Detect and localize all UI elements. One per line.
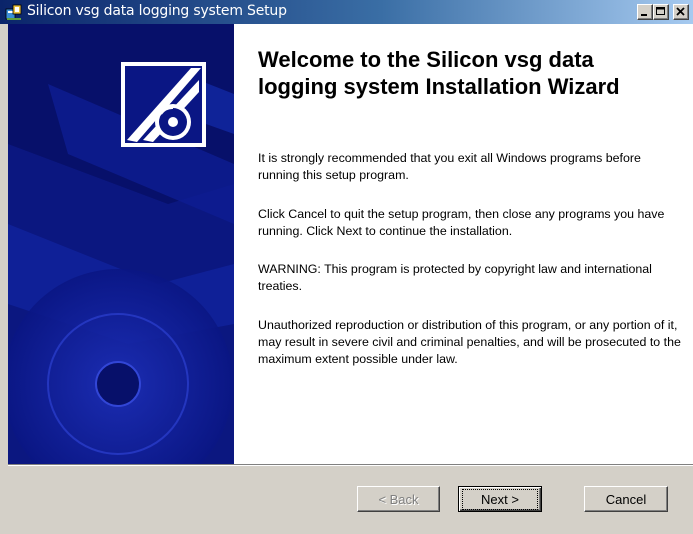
paragraph-cancel-next: Click Cancel to quit the setup program, …	[258, 207, 665, 238]
welcome-content: Welcome to the Silicon vsg data logging …	[234, 24, 693, 464]
paragraph-warning: WARNING: This program is protected by co…	[258, 262, 652, 293]
setup-icon	[5, 4, 22, 20]
paragraph-exit-programs: It is strongly recommended that you exit…	[258, 151, 641, 182]
logo-cd-icon	[121, 62, 206, 147]
cancel-button[interactable]: Cancel	[584, 486, 668, 512]
minimize-icon	[641, 14, 647, 16]
button-divider	[8, 464, 693, 466]
maximize-button[interactable]	[653, 4, 669, 20]
welcome-heading: Welcome to the Silicon vsg data logging …	[258, 47, 620, 99]
cancel-button-label: Cancel	[605, 491, 647, 507]
minimize-button[interactable]	[637, 4, 653, 20]
paragraph-unauthorized: Unauthorized reproduction or distributio…	[258, 318, 681, 366]
next-button-label: Next >	[462, 488, 538, 510]
close-button[interactable]	[673, 4, 689, 20]
window-title: Silicon vsg data logging system Setup	[27, 3, 287, 19]
window-frame-left	[0, 24, 8, 534]
maximize-icon	[656, 7, 665, 15]
next-button[interactable]: Next >	[458, 486, 542, 512]
back-button[interactable]: < Back	[357, 486, 440, 512]
setup-window: Silicon vsg data logging system Setup We…	[0, 0, 693, 534]
title-bar[interactable]: Silicon vsg data logging system Setup	[0, 0, 693, 24]
close-icon	[676, 7, 685, 16]
back-button-label: < Back	[378, 491, 419, 507]
wizard-banner	[8, 24, 234, 464]
